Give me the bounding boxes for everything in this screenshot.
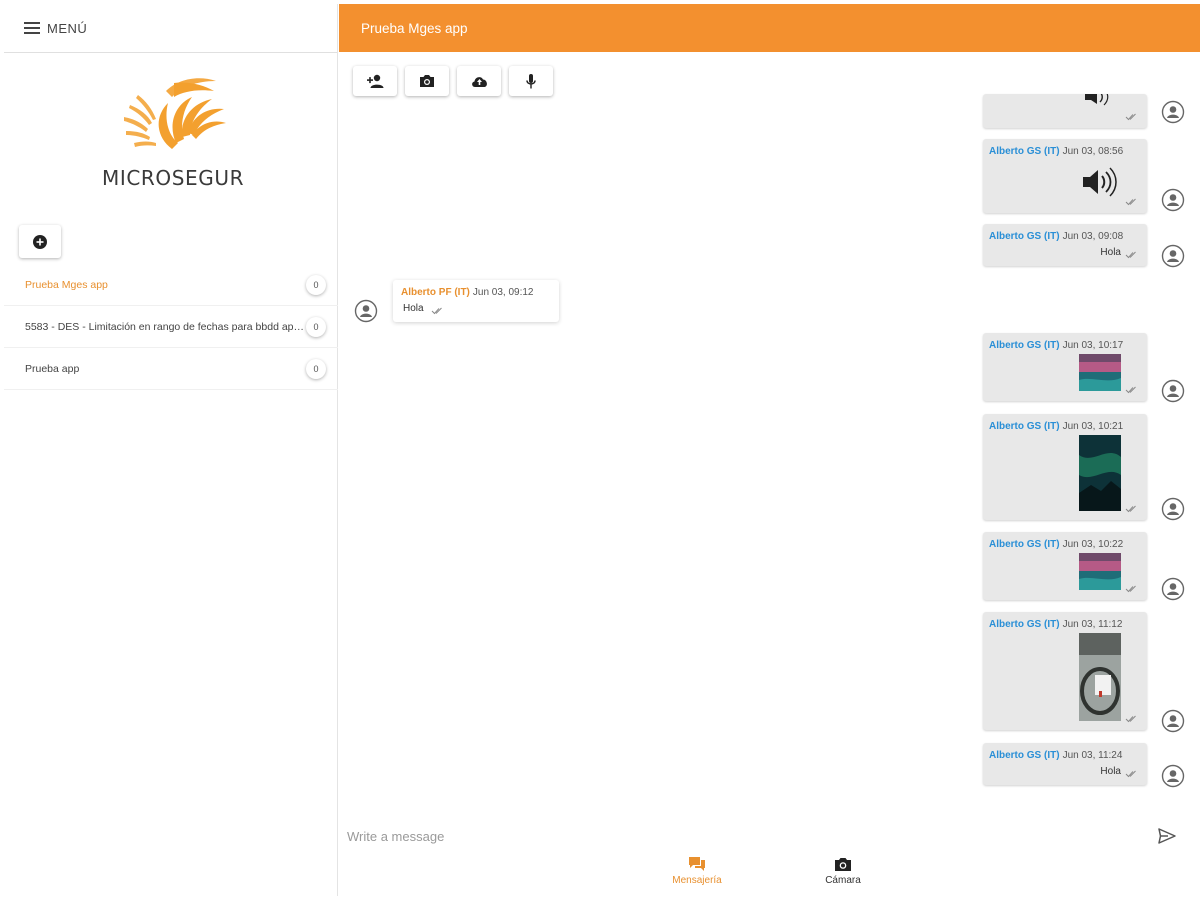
message-body: Hola [1100, 766, 1121, 777]
message-header: Alberto GS (IT) Jun 03, 10:22 [989, 539, 1123, 550]
person-add-icon [367, 74, 384, 88]
sidebar: MENÚ MICROSEGUR Prueba Mges app 0 5583 -… [4, 4, 338, 896]
sun-logo-icon [124, 78, 226, 149]
message-author: Alberto GS (IT) [989, 539, 1060, 550]
chat-bubbles-icon [689, 857, 705, 871]
avatar-icon [1161, 577, 1185, 601]
message-time: Jun 03, 09:08 [1062, 231, 1124, 242]
message-header: Alberto GS (IT) Jun 03, 10:21 [989, 421, 1123, 432]
double-check-icon [1125, 505, 1136, 513]
chat-title: Prueba Mges app [361, 20, 468, 36]
avatar-icon [1161, 188, 1185, 212]
cloud-upload-icon [471, 77, 487, 87]
bottom-navigation: Mensajería Cámara [339, 854, 1200, 896]
message-time: Jun 03, 09:12 [472, 287, 534, 298]
tab-camera[interactable]: Cámara [803, 856, 883, 894]
image-thumbnail[interactable] [1079, 553, 1121, 590]
message-text: Alberto GS (IT) Jun 03, 11:24 Hola [983, 743, 1147, 785]
message-author: Alberto GS (IT) [989, 750, 1060, 761]
avatar-icon [1161, 100, 1185, 124]
double-check-icon [1125, 386, 1136, 394]
double-check-icon [1125, 585, 1136, 593]
conversation-label: Prueba Mges app [25, 278, 108, 291]
message-audio: Alberto GS (IT) Jun 03, 08:56 [983, 139, 1147, 213]
send-button[interactable] [1155, 824, 1179, 848]
add-conversation-button[interactable] [19, 225, 61, 258]
message-header: Alberto PF (IT) Jun 03, 09:12 [401, 287, 534, 298]
hamburger-icon [24, 22, 40, 34]
double-check-icon [1125, 715, 1136, 723]
message-time: Jun 03, 10:17 [1062, 340, 1124, 351]
message-header: Alberto GS (IT) Jun 03, 10:17 [989, 340, 1123, 351]
microphone-icon [526, 73, 536, 88]
message-time: Jun 03, 11:24 [1062, 750, 1123, 761]
message-image: Alberto GS (IT) Jun 03, 10:21 [983, 414, 1147, 520]
message-image: Alberto GS (IT) Jun 03, 10:17 [983, 333, 1147, 401]
camera-icon [420, 75, 434, 87]
message-time: Jun 03, 10:22 [1062, 539, 1124, 550]
conversation-list: Prueba Mges app 0 5583 - DES - Limitació… [4, 264, 338, 390]
message-image: Alberto GS (IT) Jun 03, 10:22 [983, 532, 1147, 600]
send-icon [1158, 828, 1176, 844]
message-body: Hola [403, 303, 424, 314]
avatar-icon [1161, 244, 1185, 268]
message-header: Alberto GS (IT) Jun 03, 09:08 [989, 231, 1123, 242]
message-time: Jun 03, 11:12 [1062, 619, 1123, 630]
conversation-item-5583[interactable]: 5583 - DES - Limitación en rango de fech… [4, 306, 338, 348]
message-header: Alberto GS (IT) Jun 03, 08:56 [989, 146, 1123, 157]
conversation-item-prueba-app[interactable]: Prueba app 0 [4, 348, 338, 390]
speaker-icon[interactable] [1083, 94, 1113, 108]
message-header: Alberto GS (IT) Jun 03, 11:12 [989, 619, 1122, 630]
message-text: Alberto GS (IT) Jun 03, 09:08 Hola [983, 224, 1147, 266]
avatar-icon [1161, 709, 1185, 733]
speaker-icon[interactable] [1081, 167, 1119, 197]
double-check-icon [1125, 198, 1136, 206]
double-check-icon [1125, 113, 1136, 121]
avatar-icon [1161, 764, 1185, 788]
logo: MICROSEGUR [4, 53, 337, 223]
message-input[interactable] [347, 824, 1127, 848]
tab-camera-label: Cámara [825, 875, 861, 886]
message-author: Alberto GS (IT) [989, 340, 1060, 351]
message-author: Alberto GS (IT) [989, 421, 1060, 432]
avatar-icon [1161, 379, 1185, 403]
conversation-label: Prueba app [25, 362, 80, 375]
chat-panel: Prueba Mges app Alberto GS (IT) Jun 03, … [339, 4, 1200, 896]
message-header: Alberto GS (IT) Jun 03, 11:24 [989, 750, 1122, 761]
avatar-icon [1161, 497, 1185, 521]
image-thumbnail[interactable] [1079, 633, 1121, 721]
message-image: Alberto GS (IT) Jun 03, 11:12 [983, 612, 1147, 730]
conversation-label: 5583 - DES - Limitación en rango de fech… [25, 320, 305, 333]
message-list: Alberto GS (IT) Jun 03, 08:56 Alberto GS … [339, 92, 1200, 802]
double-check-icon [1125, 770, 1136, 778]
message-audio [983, 94, 1147, 128]
unread-badge: 0 [306, 274, 326, 295]
message-author: Alberto PF (IT) [401, 287, 470, 298]
app-window: MENÚ MICROSEGUR Prueba Mges app 0 5583 -… [0, 0, 1203, 900]
double-check-icon [431, 307, 442, 315]
tab-messaging[interactable]: Mensajería [657, 856, 737, 894]
message-author: Alberto GS (IT) [989, 619, 1060, 630]
message-time: Jun 03, 08:56 [1062, 146, 1124, 157]
logo-text: MICROSEGUR [102, 166, 245, 190]
avatar-icon [354, 299, 378, 323]
message-author: Alberto GS (IT) [989, 231, 1060, 242]
message-text: Alberto PF (IT) Jun 03, 09:12 Hola [393, 280, 559, 322]
conversation-item-prueba-mges-app[interactable]: Prueba Mges app 0 [4, 264, 338, 306]
tab-messaging-label: Mensajería [672, 875, 722, 886]
message-composer [339, 818, 1200, 854]
menu-label: MENÚ [47, 20, 88, 36]
double-check-icon [1125, 251, 1136, 259]
image-thumbnail[interactable] [1079, 354, 1121, 391]
camera-icon [835, 858, 851, 871]
chat-header: Prueba Mges app [339, 4, 1200, 52]
image-thumbnail[interactable] [1079, 435, 1121, 511]
unread-badge: 0 [306, 316, 326, 337]
unread-badge: 0 [306, 358, 326, 379]
message-body: Hola [1100, 247, 1121, 258]
menu-button[interactable]: MENÚ [4, 4, 337, 53]
add-circle-icon [33, 234, 47, 249]
message-author: Alberto GS (IT) [989, 146, 1060, 157]
message-time: Jun 03, 10:21 [1062, 421, 1124, 432]
